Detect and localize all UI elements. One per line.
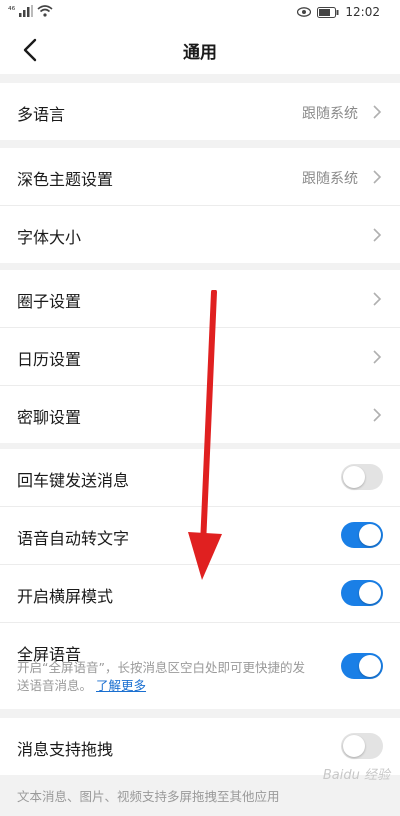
fullscreen-voice-description: 开启“全屏语音”，长按消息区空白处即可更快捷的发送语音消息。 了解更多 [17, 659, 317, 695]
chevron-right-icon [373, 292, 382, 306]
signal-label: ⁴⁶ [8, 6, 16, 16]
signal-icon [19, 5, 34, 17]
chevron-right-icon [373, 408, 382, 422]
chevron-right-icon [373, 228, 382, 242]
enter-send-label: 回车键发送消息 [17, 471, 130, 490]
theme-label: 深色主题设置 [17, 170, 114, 189]
battery-icon [317, 6, 339, 18]
page-title: 通用 [183, 43, 217, 63]
baidu-watermark: Baidu 经验 [322, 768, 390, 783]
red-arrow-annotation [188, 290, 222, 580]
chevron-right-icon [373, 105, 382, 119]
status-time: 12:02 [345, 5, 380, 19]
font-size-row[interactable]: 字体大小 [0, 206, 400, 263]
learn-more-link[interactable]: 了解更多 [96, 678, 146, 693]
status-bar: ⁴⁶ 12:02 [0, 0, 400, 26]
eye-icon [297, 7, 312, 17]
language-value: 跟随系统 [302, 106, 358, 122]
chevron-right-icon [373, 350, 382, 364]
voice-to-text-label: 语音自动转文字 [17, 529, 130, 548]
drag-support-toggle[interactable] [341, 733, 383, 759]
toggle-knob [343, 735, 365, 757]
fullscreen-voice-desc-text: 开启“全屏语音”，长按消息区空白处即可更快捷的发送语音消息。 [17, 660, 305, 693]
toggle-knob [359, 524, 381, 546]
font-size-label: 字体大小 [17, 228, 82, 247]
group-language: 多语言 跟随系统 [0, 83, 400, 140]
chevron-right-icon [373, 170, 382, 184]
language-row[interactable]: 多语言 跟随系统 [0, 83, 400, 140]
wifi-icon [37, 5, 53, 17]
toggle-knob [343, 466, 365, 488]
drag-support-label: 消息支持拖拽 [17, 740, 114, 759]
drag-footnote: 文本消息、图片、视频支持多屏拖拽至其他应用 [17, 789, 280, 804]
enter-send-toggle[interactable] [341, 464, 383, 490]
landscape-mode-label: 开启横屏模式 [17, 587, 114, 606]
landscape-mode-toggle[interactable] [341, 580, 383, 606]
toggle-knob [359, 582, 381, 604]
language-label: 多语言 [17, 105, 66, 124]
group-display: 深色主题设置 跟随系统 字体大小 [0, 148, 400, 263]
fullscreen-voice-toggle[interactable] [341, 653, 383, 679]
fullscreen-voice-row: 全屏语音 开启“全屏语音”，长按消息区空白处即可更快捷的发送语音消息。 了解更多 [0, 623, 400, 709]
circle-settings-label: 圈子设置 [17, 292, 82, 311]
theme-value: 跟随系统 [302, 171, 358, 187]
secret-chat-settings-label: 密聊设置 [17, 408, 82, 427]
theme-row[interactable]: 深色主题设置 跟随系统 [0, 148, 400, 206]
voice-to-text-toggle[interactable] [341, 522, 383, 548]
header-bar: 通用 [0, 26, 400, 74]
calendar-settings-label: 日历设置 [17, 350, 82, 369]
toggle-knob [359, 655, 381, 677]
